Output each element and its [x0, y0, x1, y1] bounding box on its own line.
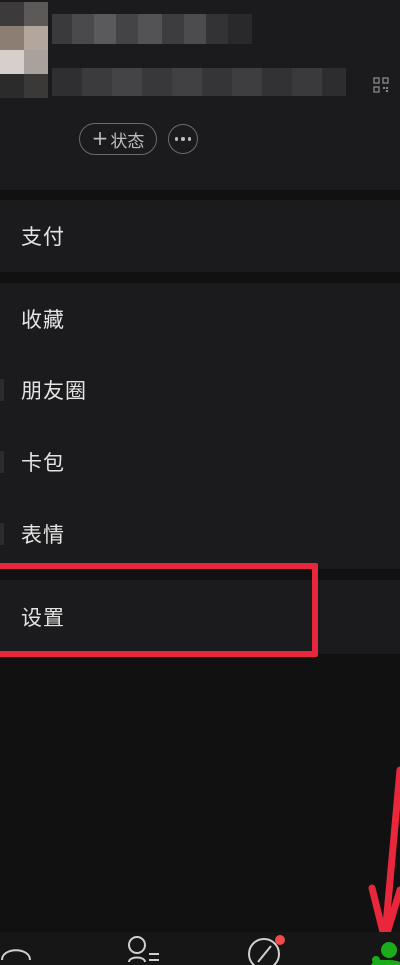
contacts-icon[interactable]: [115, 932, 175, 965]
bottom-tab-bar: [0, 932, 400, 965]
chat-icon[interactable]: [0, 932, 60, 965]
discover-icon[interactable]: [238, 932, 298, 965]
red-arrow-annotation: [368, 766, 400, 944]
me-icon[interactable]: [358, 932, 400, 965]
